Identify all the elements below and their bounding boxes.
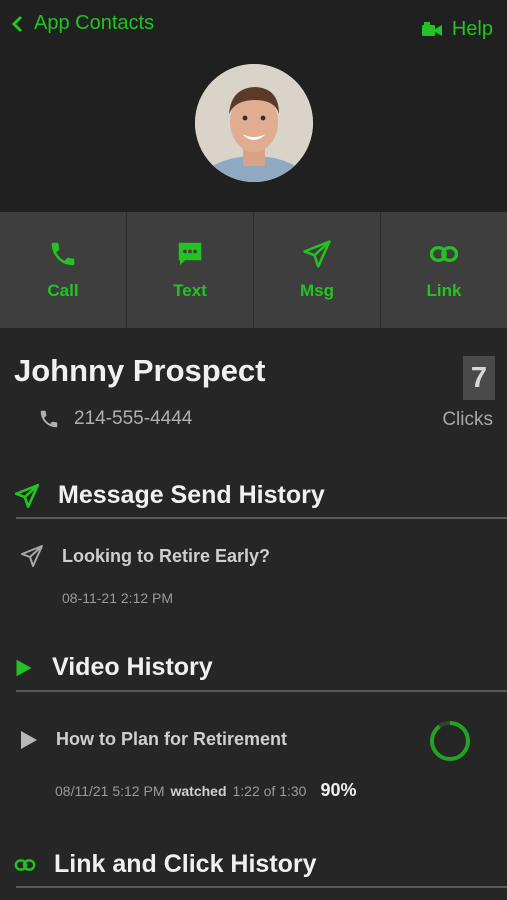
- link-icon: [14, 858, 36, 871]
- link-button[interactable]: Link: [381, 212, 507, 328]
- paper-plane-icon: [21, 545, 43, 567]
- contact-name: Johnny Prospect: [14, 353, 266, 388]
- link-label: Link: [426, 281, 462, 300]
- watched-progress: 1:22 of 1:30: [232, 783, 307, 799]
- video-title: How to Plan for Retirement: [56, 729, 288, 749]
- avatar: [195, 64, 313, 182]
- help-label: Help: [451, 18, 493, 40]
- link-icon: [429, 246, 459, 262]
- link-history-title: Link and Click History: [14, 850, 317, 879]
- paper-plane-icon: [303, 240, 331, 268]
- message-item[interactable]: Looking to Retire Early?: [20, 544, 270, 568]
- chat-bubble-icon: [178, 242, 202, 266]
- contact-phone[interactable]: 214-555-4444: [38, 408, 192, 430]
- msg-label: Msg: [300, 281, 334, 300]
- call-label: Call: [47, 281, 79, 300]
- message-date: 08-11-21 2:12 PM: [62, 590, 174, 606]
- video-item[interactable]: How to Plan for Retirement: [20, 729, 287, 750]
- link-history-label: Link and Click History: [54, 850, 317, 878]
- message-title: Looking to Retire Early?: [62, 545, 271, 566]
- paper-plane-icon: [14, 483, 40, 508]
- help-button[interactable]: Help: [421, 18, 493, 41]
- phone-icon: [51, 242, 75, 266]
- progress-ring: [430, 721, 470, 761]
- phone-number: 214-555-4444: [74, 408, 193, 429]
- divider: [16, 690, 507, 692]
- divider: [16, 517, 507, 519]
- action-bar: Call Text Msg Link: [0, 212, 507, 328]
- watched-label: watched: [170, 783, 227, 799]
- message-history-label: Message Send History: [58, 481, 325, 509]
- msg-button[interactable]: Msg: [254, 212, 381, 328]
- clicks-count: 7: [463, 356, 495, 400]
- divider: [16, 886, 507, 888]
- call-button[interactable]: Call: [0, 212, 127, 328]
- video-meta: 08/11/21 5:12 PM watched 1:22 of 1:30 90…: [55, 780, 356, 801]
- watched-percent: 90%: [320, 780, 357, 800]
- text-button[interactable]: Text: [127, 212, 254, 328]
- chevron-left-icon: [11, 15, 23, 32]
- message-history-title: Message Send History: [14, 481, 325, 510]
- play-icon: [21, 730, 37, 749]
- clicks-label: Clicks: [442, 409, 493, 430]
- text-label: Text: [173, 281, 207, 300]
- back-button[interactable]: App Contacts: [10, 12, 154, 35]
- video-history-label: Video History: [52, 653, 213, 681]
- video-date: 08/11/21 5:12 PM: [55, 783, 165, 799]
- play-icon: [16, 659, 32, 676]
- contact-header: App Contacts Help: [0, 0, 507, 212]
- back-label: App Contacts: [34, 12, 155, 34]
- video-camera-icon: [421, 21, 442, 36]
- video-history-title: Video History: [14, 653, 213, 682]
- phone-icon: [40, 410, 58, 428]
